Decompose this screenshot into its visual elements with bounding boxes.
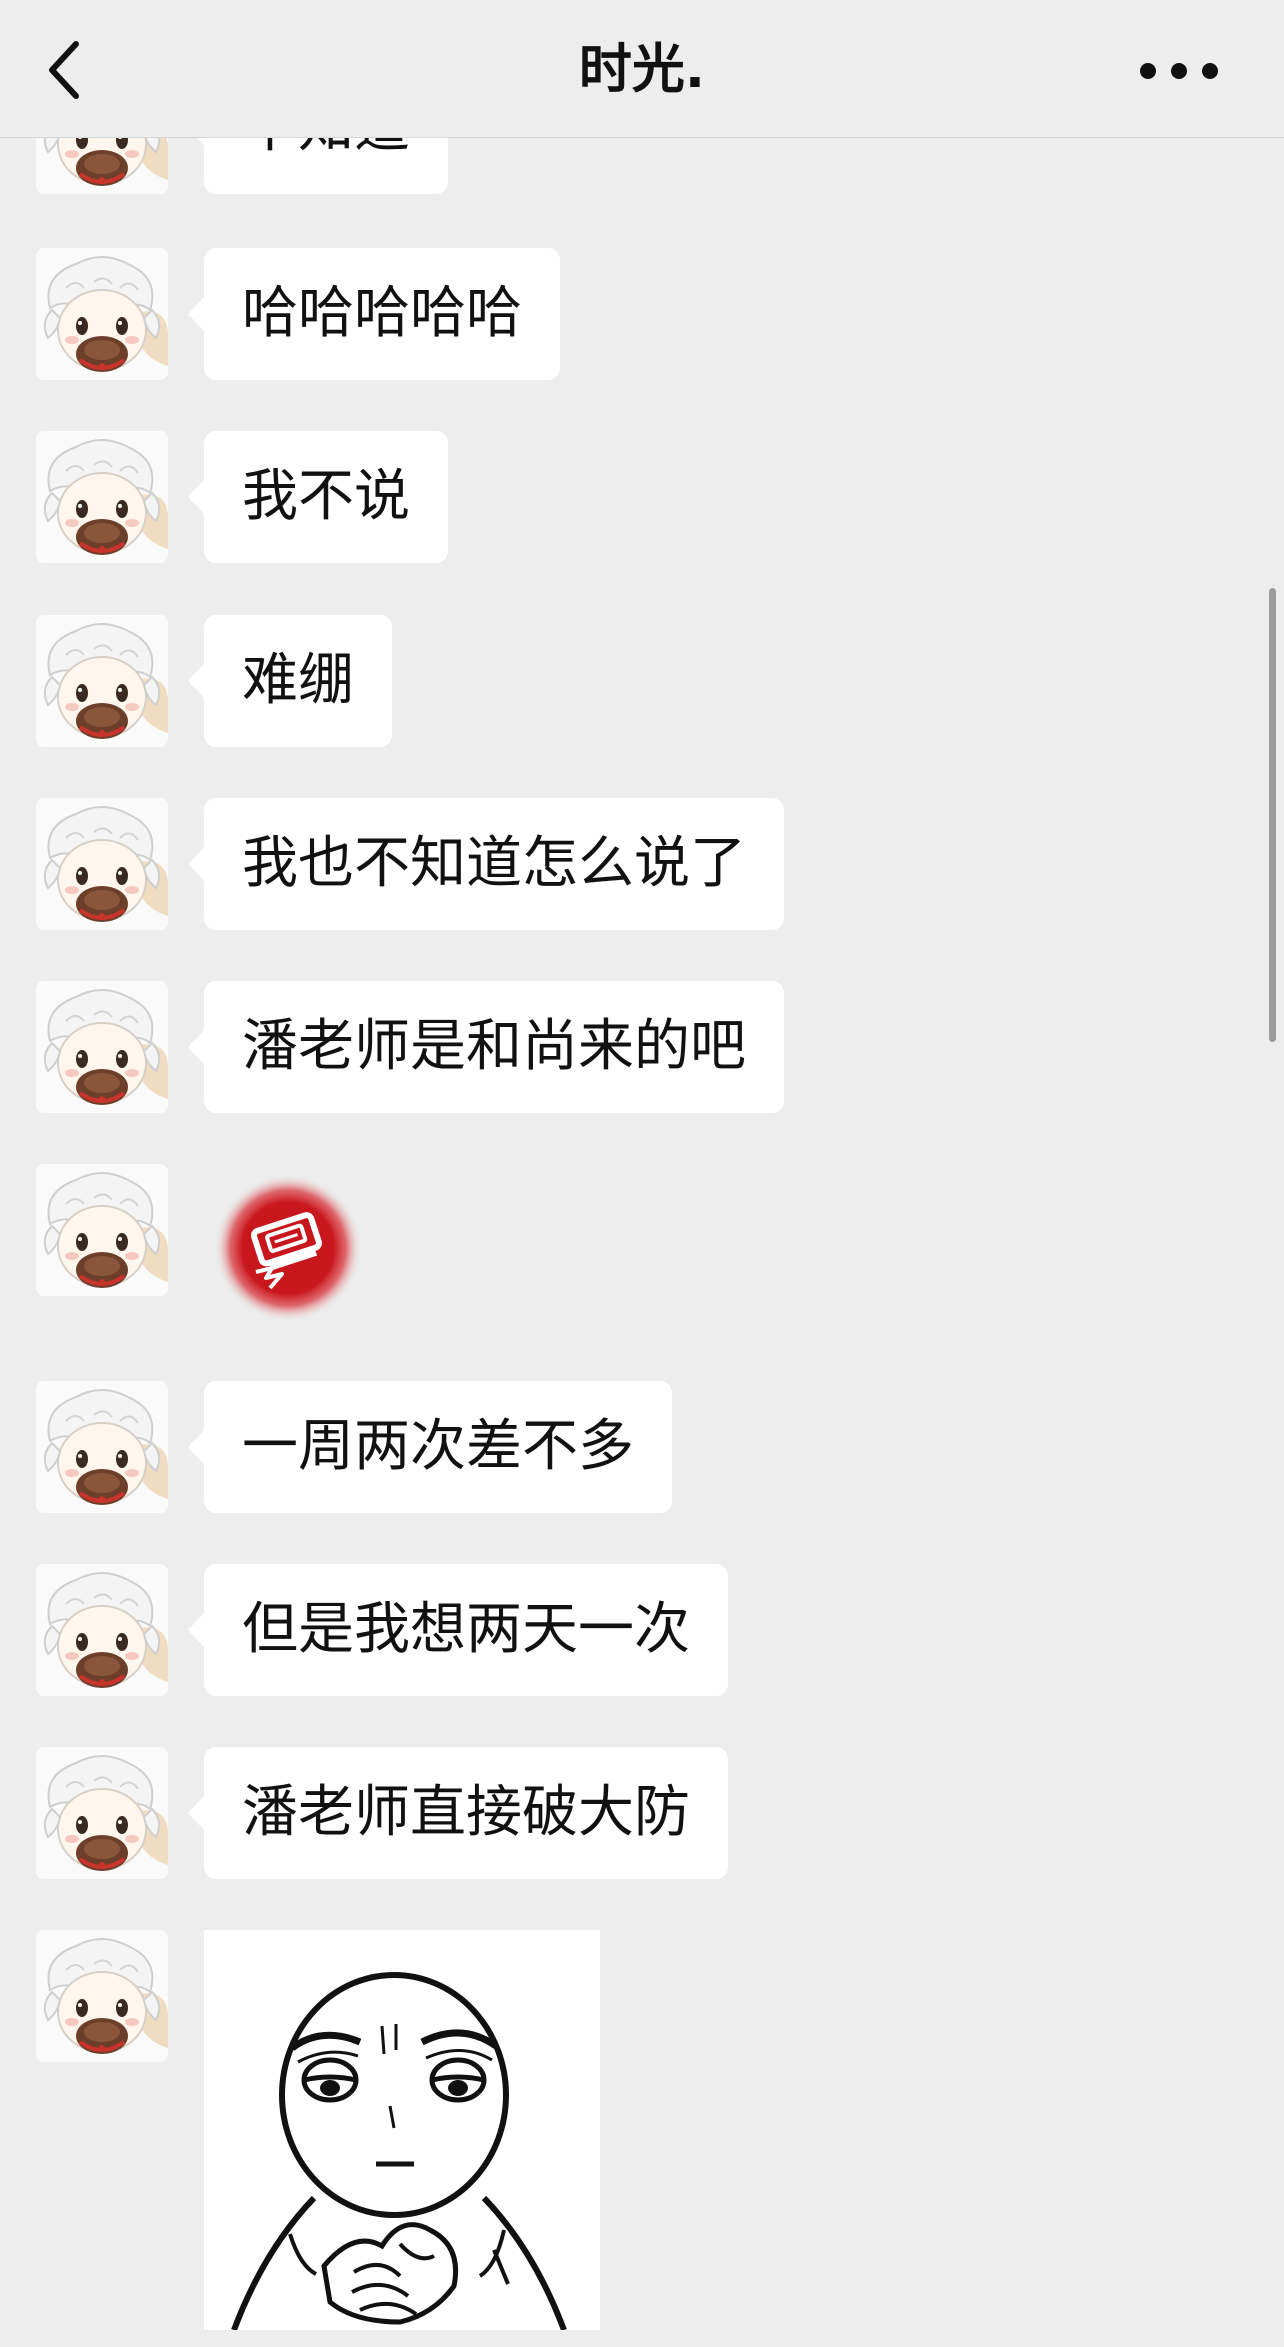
sheep-avatar-icon	[36, 1381, 168, 1513]
avatar[interactable]	[36, 1930, 168, 2062]
avatar[interactable]	[36, 798, 168, 930]
avatar[interactable]	[36, 981, 168, 1113]
message-bubble[interactable]: 但是我想两天一次	[188, 1564, 728, 1696]
sheep-avatar-icon	[36, 615, 168, 747]
thinking-face-icon	[204, 1930, 600, 2330]
avatar[interactable]	[36, 615, 168, 747]
message-bubble[interactable]: 哈哈哈哈哈	[188, 248, 560, 380]
sheep-avatar-icon	[36, 1747, 168, 1879]
avatar[interactable]	[36, 248, 168, 380]
sheep-avatar-icon	[36, 1564, 168, 1696]
more-button[interactable]	[1124, 52, 1234, 90]
message-bubble[interactable]: 潘老师是和尚来的吧	[188, 981, 784, 1113]
message-bubble[interactable]: 我也不知道怎么说了	[188, 798, 784, 930]
red-glowing-badge-sticker[interactable]	[214, 1174, 362, 1322]
sheep-avatar-icon	[36, 1930, 168, 2062]
sheep-avatar-icon	[36, 798, 168, 930]
thinking-face-meme-sticker[interactable]	[204, 1930, 600, 2330]
sheep-avatar-icon	[36, 431, 168, 563]
chat-header: 时光.	[0, 0, 1284, 138]
chat-screen: 不知道	[0, 0, 1284, 2347]
avatar[interactable]	[36, 1381, 168, 1513]
sheep-avatar-icon	[36, 1164, 168, 1296]
sheep-avatar-icon	[36, 981, 168, 1113]
message-bubble[interactable]: 一周两次差不多	[188, 1381, 672, 1513]
message-bubble[interactable]: 难绷	[188, 615, 392, 747]
more-horizontal-icon	[1140, 63, 1218, 79]
red-badge-icon	[214, 1174, 362, 1322]
avatar[interactable]	[36, 1164, 168, 1296]
avatar[interactable]	[36, 1564, 168, 1696]
avatar[interactable]	[36, 431, 168, 563]
avatar[interactable]	[36, 1747, 168, 1879]
chat-title: 时光.	[578, 39, 706, 100]
message-bubble[interactable]: 我不说	[188, 431, 448, 563]
scrollbar[interactable]	[1269, 588, 1276, 1042]
message-bubble[interactable]: 潘老师直接破大防	[188, 1747, 728, 1879]
message-list[interactable]: 不知道	[0, 0, 1284, 2347]
sheep-avatar-icon	[36, 248, 168, 380]
